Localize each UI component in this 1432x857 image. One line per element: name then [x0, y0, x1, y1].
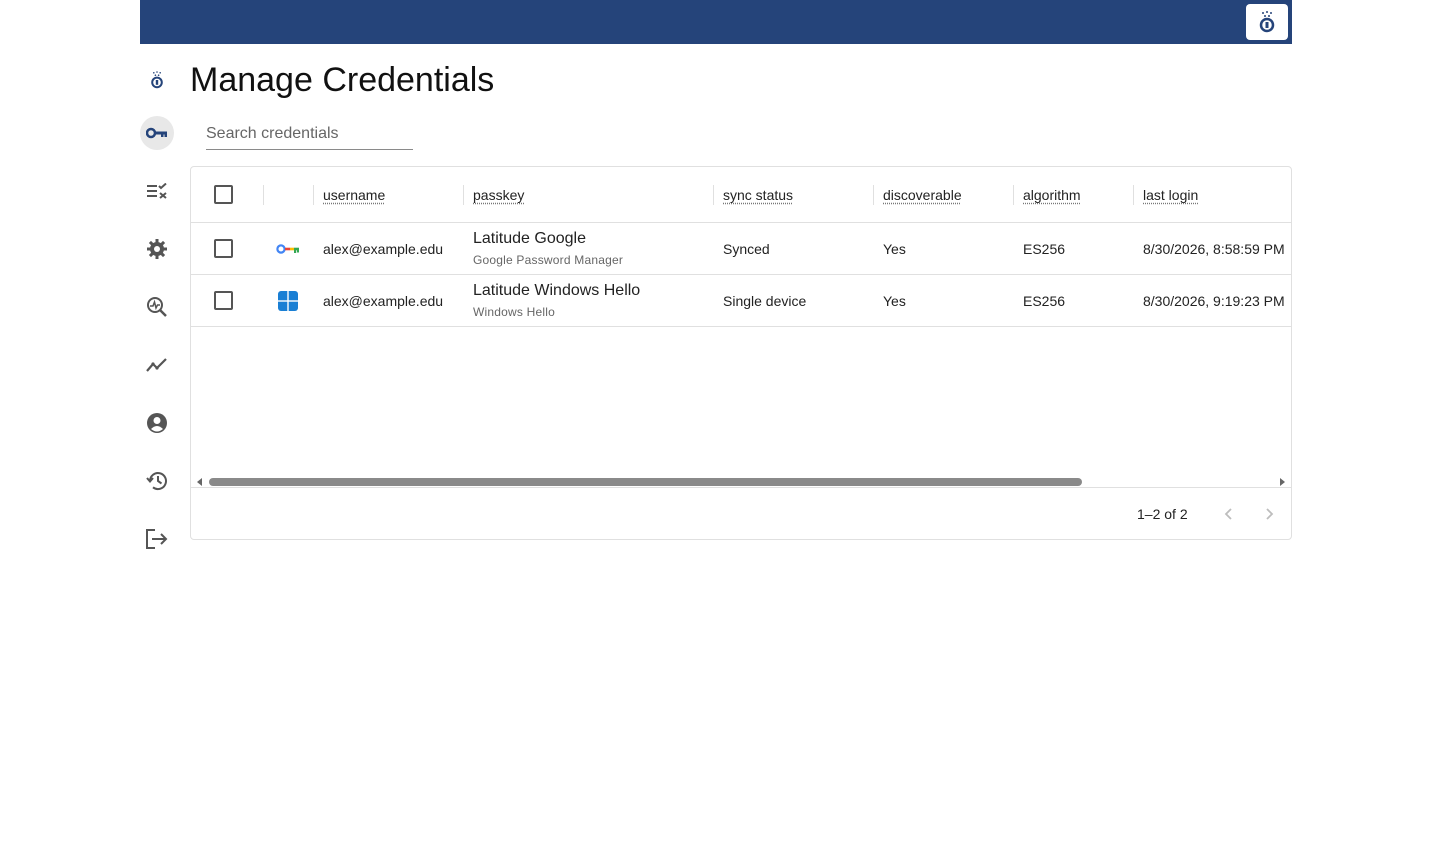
sync-status-cell: Single device: [723, 292, 807, 309]
passkey-cell: Latitude Google Google Password Manager: [473, 223, 623, 274]
last-login-cell: 8/30/2026, 8:58:59 PM: [1143, 240, 1285, 257]
checklist-icon: [147, 183, 167, 199]
column-header-passkey[interactable]: passkey: [473, 167, 524, 222]
column-separator: [463, 185, 464, 205]
select-all-checkbox-cell[interactable]: [214, 167, 233, 222]
sidebar-item-history[interactable]: [140, 464, 174, 498]
discoverable-cell: Yes: [883, 292, 906, 309]
windows-hello-icon: [278, 290, 298, 311]
sidebar-item-account[interactable]: [140, 406, 174, 440]
passkey-provider: Google Password Manager: [473, 253, 624, 267]
passkey-cell: Latitude Windows Hello Windows Hello: [473, 275, 640, 326]
select-all-checkbox[interactable]: [214, 185, 233, 204]
logout-icon: [146, 529, 168, 549]
column-separator: [263, 185, 264, 205]
chevron-left-icon: [1224, 508, 1232, 520]
last-login-cell: 8/30/2026, 9:19:23 PM: [1143, 292, 1285, 309]
column-header-algorithm[interactable]: algorithm: [1023, 167, 1081, 222]
row-checkbox[interactable]: [214, 239, 233, 258]
horizontal-scrollbar[interactable]: [191, 471, 1291, 487]
provider-icon-cell: [278, 275, 298, 326]
next-page-button[interactable]: [1257, 502, 1281, 526]
provider-icon-cell: [276, 223, 300, 274]
table-footer: 1–2 of 2: [191, 487, 1291, 539]
sidebar-item-statistics[interactable]: [140, 348, 174, 382]
sidebar-item-credentials[interactable]: [140, 116, 174, 150]
sidebar-item-logout[interactable]: [140, 522, 174, 556]
previous-page-button[interactable]: [1217, 502, 1241, 526]
page-title: Manage Credentials: [190, 61, 495, 99]
passkey-name: Latitude Google: [473, 230, 586, 247]
gear-icon: [147, 239, 167, 259]
pagination-range: 1–2 of 2: [1137, 506, 1188, 522]
scrollbar-thumb[interactable]: [209, 478, 1082, 486]
table-row[interactable]: alex@example.edu Latitude Google Google …: [191, 223, 1291, 275]
column-separator: [713, 185, 714, 205]
column-separator: [873, 185, 874, 205]
history-icon: [146, 472, 167, 491]
sidebar-item-analysis[interactable]: [140, 290, 174, 324]
row-checkbox-cell[interactable]: [214, 275, 233, 326]
sidebar-item-checklist[interactable]: [140, 174, 174, 208]
username-cell: alex@example.edu: [323, 292, 444, 309]
search-activity-icon: [147, 297, 167, 317]
table-row[interactable]: alex@example.edu Latitude Windows Hello …: [191, 275, 1291, 327]
key-icon: [146, 127, 167, 139]
column-separator: [313, 185, 314, 205]
passkey-name: Latitude Windows Hello: [473, 282, 641, 299]
top-app-bar: [140, 0, 1292, 44]
sidebar-item-home[interactable]: [140, 63, 174, 97]
column-separator: [1013, 185, 1014, 205]
algorithm-cell: ES256: [1023, 292, 1066, 309]
discoverable-cell: Yes: [883, 240, 906, 257]
search-input[interactable]: [206, 118, 413, 150]
account-icon: [147, 413, 167, 433]
sidebar-item-settings[interactable]: [140, 232, 174, 266]
username-cell: alex@example.edu: [323, 240, 444, 257]
sync-status-cell: Synced: [723, 240, 770, 257]
row-checkbox[interactable]: [214, 291, 233, 310]
table-header: username passkey sync status discoverabl…: [191, 167, 1291, 223]
column-separator: [1133, 185, 1134, 205]
algorithm-cell: ES256: [1023, 240, 1066, 257]
trending-icon: [146, 358, 167, 372]
app-logo-button[interactable]: [1246, 4, 1288, 40]
column-header-sync-status[interactable]: sync status: [723, 167, 793, 222]
column-header-discoverable[interactable]: discoverable: [883, 167, 962, 222]
credentials-table: username passkey sync status discoverabl…: [190, 166, 1292, 540]
logo-icon: [151, 71, 163, 89]
google-password-manager-icon: [276, 243, 299, 254]
column-header-username[interactable]: username: [323, 167, 385, 222]
chevron-right-icon: [1266, 508, 1274, 520]
scroll-left-arrow-icon[interactable]: [197, 478, 202, 486]
passkey-provider: Windows Hello: [473, 305, 555, 319]
app-logo-icon: [1259, 11, 1275, 33]
scroll-right-arrow-icon[interactable]: [1280, 478, 1285, 486]
column-header-last-login[interactable]: last login: [1143, 167, 1198, 222]
row-checkbox-cell[interactable]: [214, 223, 233, 274]
